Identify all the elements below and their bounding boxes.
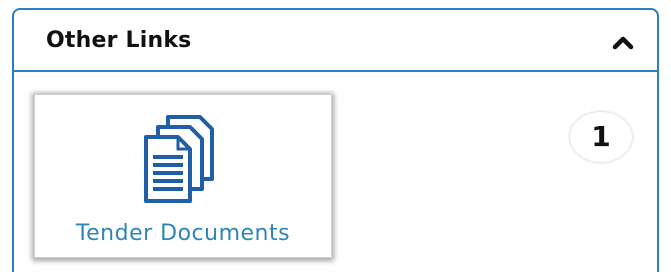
tender-documents-tile[interactable]: Tender Documents bbox=[34, 94, 332, 258]
documents-icon bbox=[138, 113, 218, 205]
panel-header: Other Links bbox=[14, 10, 657, 72]
count-badge: 1 bbox=[570, 112, 632, 162]
tile-label: Tender Documents bbox=[75, 221, 291, 246]
chevron-up-icon[interactable] bbox=[609, 32, 637, 54]
panel-title: Other Links bbox=[46, 28, 192, 53]
panel-body: Tender Documents 1 bbox=[14, 72, 657, 272]
other-links-panel: Other Links Tender Documents 1 bbox=[12, 8, 659, 272]
